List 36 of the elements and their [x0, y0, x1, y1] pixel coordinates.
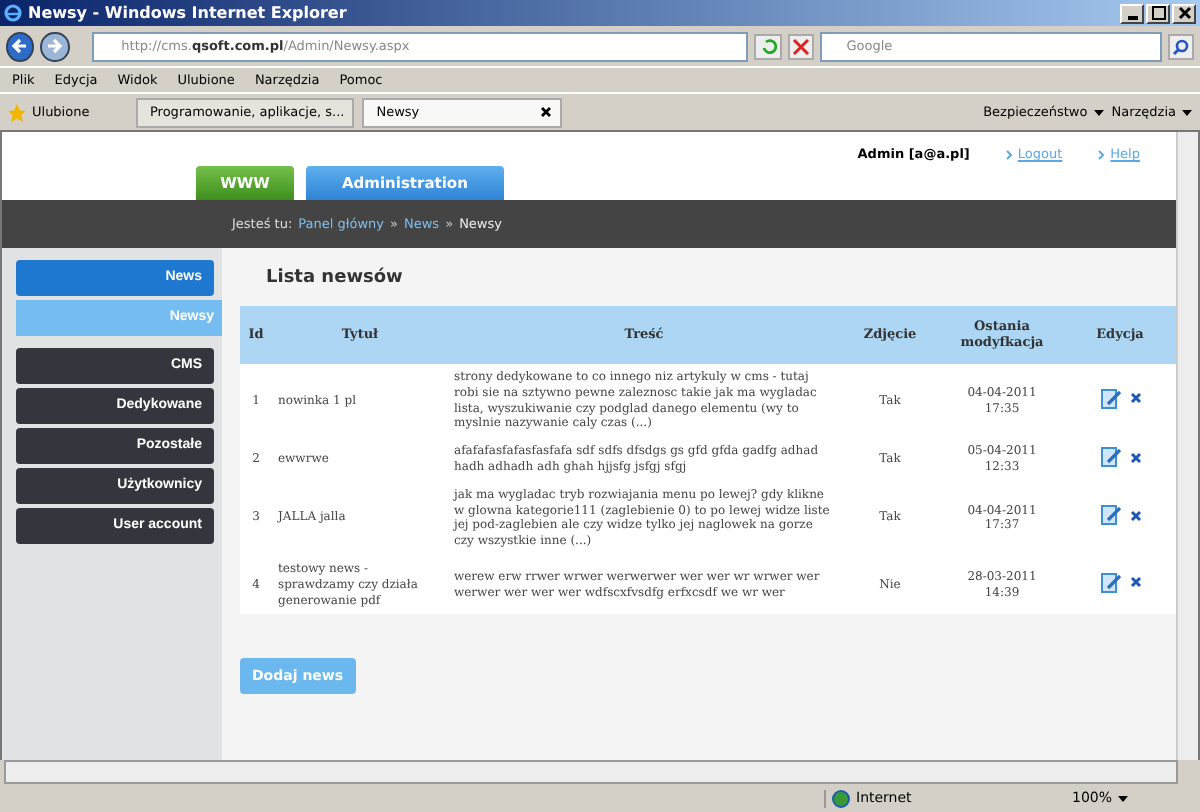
- forward-button[interactable]: [40, 31, 70, 61]
- delete-icon[interactable]: [1129, 576, 1141, 589]
- caret-icon: [1093, 109, 1104, 115]
- forward-arrow-icon: [44, 36, 65, 56]
- globe-icon: [832, 789, 850, 807]
- window-title: Newsy - Windows Internet Explorer: [28, 4, 349, 22]
- back-arrow-icon: [10, 36, 31, 56]
- delete-icon[interactable]: [1129, 392, 1141, 405]
- close-icon: [1177, 6, 1191, 20]
- edit-icon[interactable]: [1099, 504, 1121, 527]
- close-tab-icon[interactable]: [540, 106, 553, 118]
- search-icon: [1171, 37, 1190, 55]
- horizontal-scrollbar[interactable]: [4, 760, 1178, 784]
- browser-logo-icon: [4, 4, 22, 22]
- chevron-icon: [1098, 149, 1105, 159]
- star-icon: [8, 103, 26, 121]
- close-button[interactable]: [1172, 3, 1196, 23]
- maximize-button[interactable]: [1146, 3, 1170, 23]
- vertical-scrollbar[interactable]: [1176, 132, 1198, 760]
- edit-icon[interactable]: [1099, 387, 1121, 410]
- caret-icon: [1118, 795, 1129, 801]
- caret-icon: [1182, 109, 1192, 115]
- search-button[interactable]: [1167, 33, 1194, 59]
- edit-icon[interactable]: [1099, 446, 1121, 469]
- stop-icon: [792, 37, 811, 55]
- refresh-button[interactable]: [754, 33, 782, 59]
- edit-icon[interactable]: [1099, 571, 1121, 594]
- delete-icon[interactable]: [1129, 509, 1141, 522]
- delete-icon[interactable]: [1129, 451, 1141, 464]
- back-button[interactable]: [6, 31, 35, 61]
- refresh-icon: [759, 37, 778, 55]
- page-heading: Lista newsów: [266, 268, 403, 288]
- minimize-button[interactable]: [1120, 3, 1144, 23]
- maximize-icon: [1151, 6, 1165, 20]
- stop-button[interactable]: [787, 33, 815, 59]
- chevron-icon: [1005, 149, 1012, 159]
